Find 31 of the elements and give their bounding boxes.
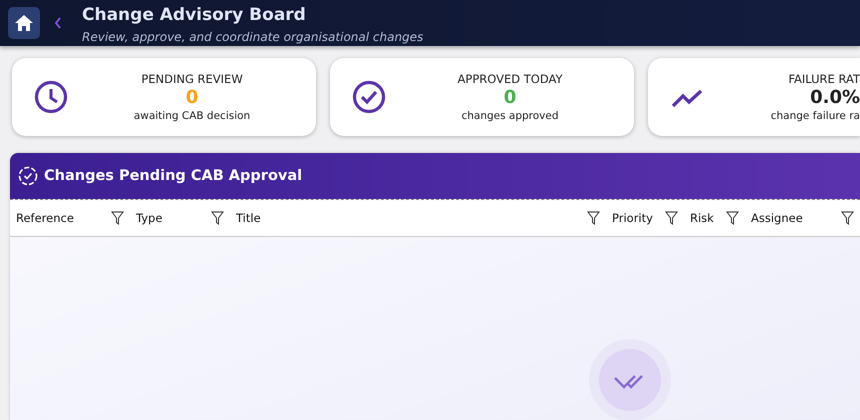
back-icon xyxy=(54,17,62,29)
filter-icon[interactable] xyxy=(726,211,739,225)
stat-caption: change failure ra xyxy=(770,110,860,122)
filter-icon[interactable] xyxy=(841,211,854,225)
stat-value: 0 xyxy=(502,86,518,110)
filter-icon[interactable] xyxy=(111,211,124,225)
home-icon xyxy=(14,14,34,32)
stat-value: 0 xyxy=(184,86,200,110)
column-header[interactable]: Priority xyxy=(612,211,653,225)
check-circle-icon xyxy=(352,80,386,114)
double-check-icon xyxy=(589,339,671,420)
stat-caption: awaiting CAB decision xyxy=(132,110,252,122)
column-header[interactable]: Title xyxy=(236,211,261,225)
column-header[interactable]: Reference xyxy=(16,211,74,225)
panel-title: Changes Pending CAB Approval xyxy=(44,168,302,184)
filter-icon[interactable] xyxy=(587,211,600,225)
column-header[interactable]: Assignee xyxy=(751,211,803,225)
column-header[interactable]: Risk xyxy=(690,211,714,225)
stat-label: FAILURE RAT xyxy=(787,72,860,86)
home-button[interactable] xyxy=(8,7,40,39)
dashed-check-circle-icon xyxy=(18,166,38,186)
stat-label: PENDING REVIEW xyxy=(140,72,244,86)
stat-label: APPROVED TODAY xyxy=(456,72,564,86)
page-subtitle: Review, approve, and coordinate organisational changes xyxy=(82,28,424,44)
stat-caption: changes approved xyxy=(460,110,560,122)
filter-icon[interactable] xyxy=(211,211,224,225)
stat-value: 0.0% xyxy=(809,86,860,110)
column-header[interactable]: Type xyxy=(136,211,162,225)
page-title: Change Advisory Board xyxy=(82,4,307,26)
filter-icon[interactable] xyxy=(665,211,678,225)
clock-icon xyxy=(34,80,68,114)
